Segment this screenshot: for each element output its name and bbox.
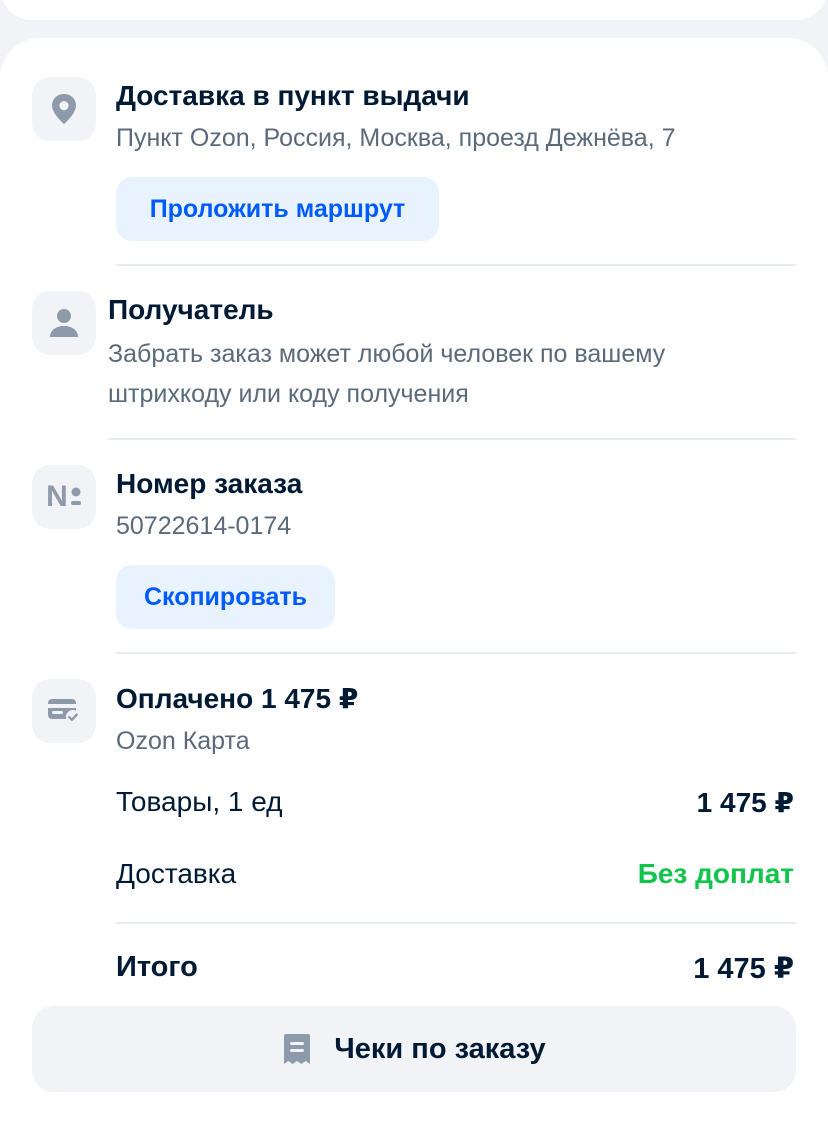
payment-title: Оплачено 1 475 ₽ (116, 683, 359, 714)
delivery-cost-value: Без доплат (637, 858, 794, 889)
numero-icon-letter: N (46, 480, 68, 513)
total-label: Итого (116, 951, 198, 983)
delivery-cost-label: Доставка (116, 858, 237, 889)
payment-method: Ozon Карта (116, 727, 250, 755)
total-value: 1 475 ₽ (693, 953, 794, 985)
route-button[interactable]: Проложить маршрут (116, 177, 439, 241)
location-pin-icon (32, 77, 96, 141)
divider (116, 264, 796, 266)
numero-icon: N (32, 465, 96, 529)
goods-label: Товары, 1 ед (116, 786, 283, 817)
recipient-title: Получатель (108, 294, 274, 325)
delivery-address: Пункт Ozon, Россия, Москва, проезд Дежнё… (116, 124, 676, 152)
order-details-card: Доставка в пункт выдачи Пункт Ozon, Росс… (0, 38, 828, 1128)
divider (116, 922, 796, 924)
copy-button[interactable]: Скопировать (116, 565, 335, 629)
order-number: 50722614-0174 (116, 512, 292, 540)
person-icon (32, 291, 96, 355)
receipts-button[interactable]: Чеки по заказу (32, 1006, 796, 1092)
receipts-button-label: Чеки по заказу (334, 1032, 546, 1065)
divider (108, 438, 796, 440)
receipt-icon (284, 1034, 311, 1064)
card-check-icon (32, 679, 96, 743)
delivery-title: Доставка в пункт выдачи (116, 80, 470, 111)
goods-value: 1 475 ₽ (696, 787, 794, 818)
recipient-description: Забрать заказ может любой человек по ваш… (108, 340, 666, 408)
divider (116, 652, 796, 654)
order-title: Номер заказа (116, 468, 303, 499)
previous-card (0, 0, 828, 20)
numero-icon-mark (70, 487, 81, 505)
